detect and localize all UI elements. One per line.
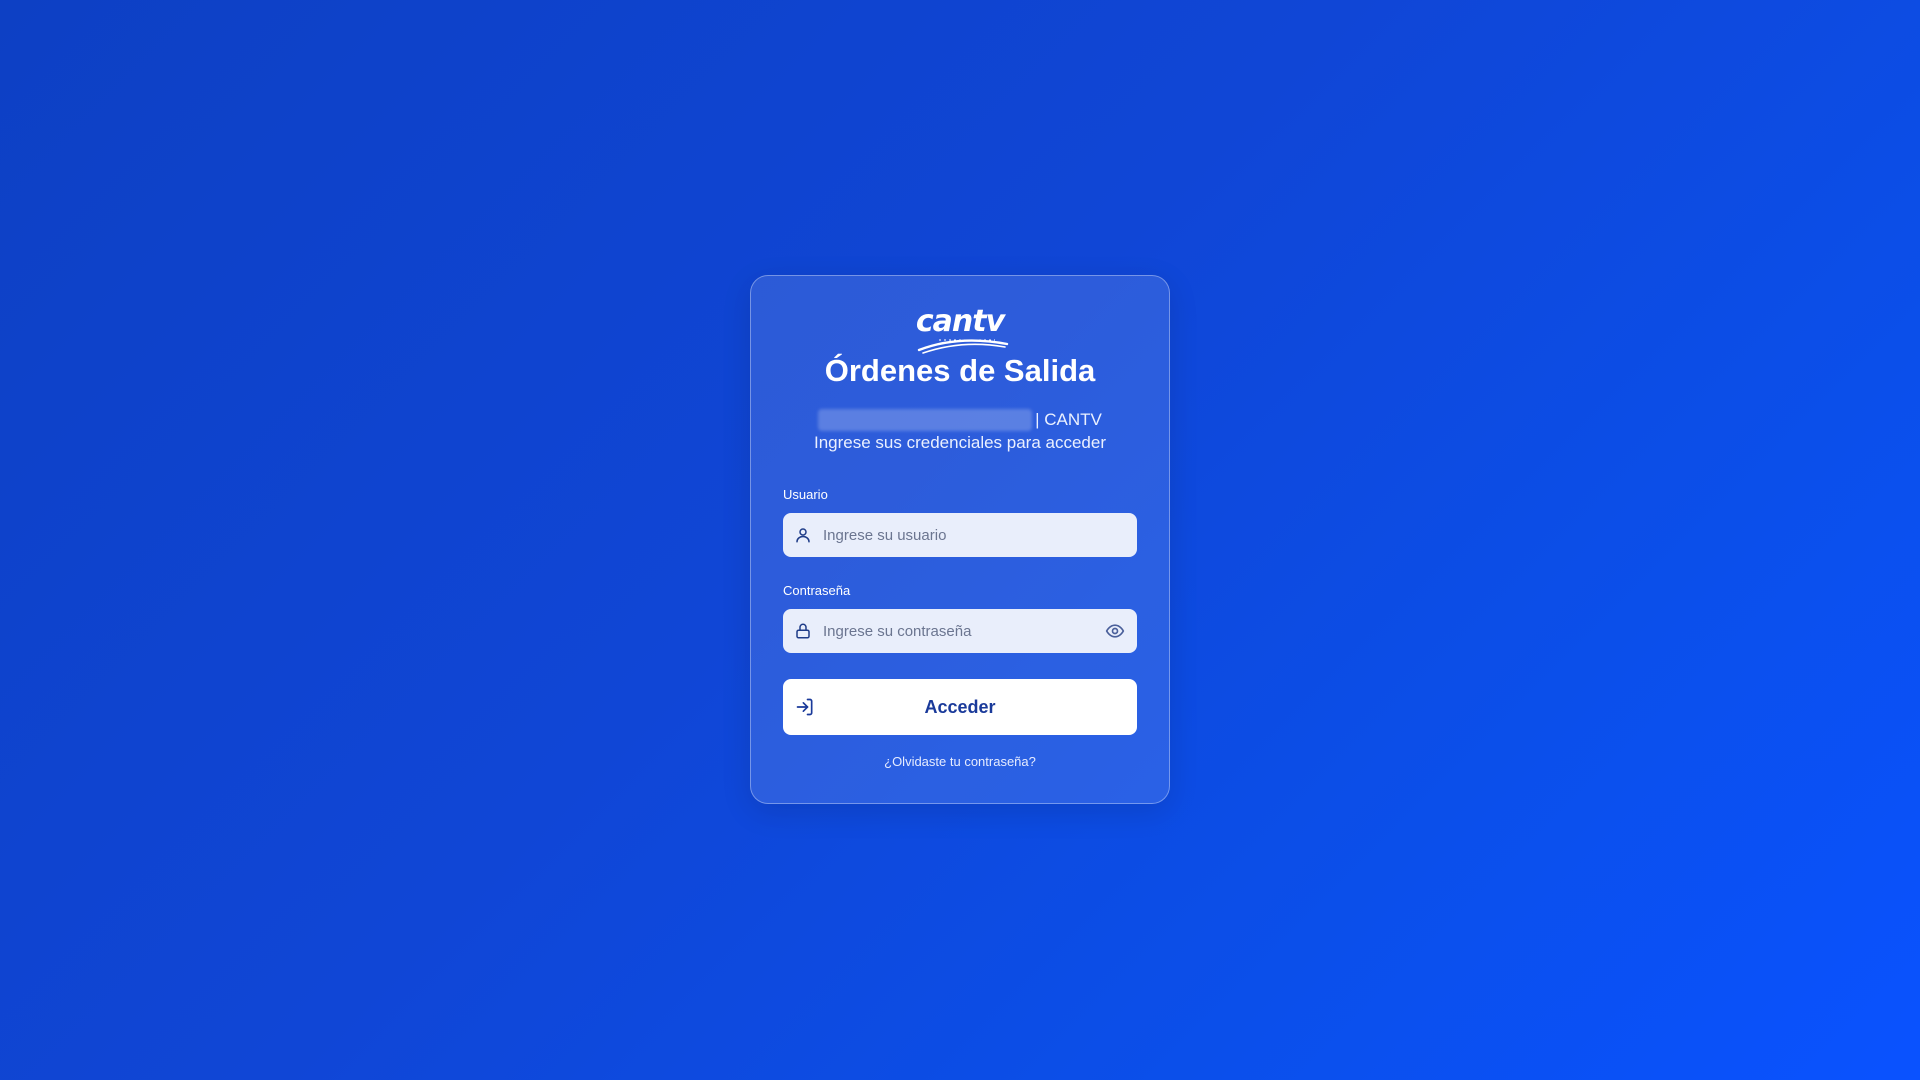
page-title: Órdenes de Salida: [824, 353, 1096, 388]
eye-icon[interactable]: [1093, 609, 1137, 653]
forgot-password-link[interactable]: ¿Olvidaste tu contraseña?: [751, 754, 1169, 769]
password-field-wrapper[interactable]: [783, 609, 1137, 653]
subtitle-line-1: | CANTV: [751, 409, 1169, 431]
submit-button-label: Acceder: [924, 696, 996, 717]
subtitle-line-2: Ingrese sus credenciales para acceder: [814, 433, 1106, 452]
subtitle-suffix: | CANTV: [1035, 410, 1102, 429]
password-input[interactable]: [823, 609, 1093, 653]
logo-container: cantv: [751, 304, 1169, 354]
username-label: Usuario: [783, 487, 828, 502]
password-label: Contraseña: [783, 583, 851, 598]
cantv-logo: cantv: [905, 304, 1015, 354]
logo-swoosh-icon: [917, 339, 1009, 354]
sign-in-icon: [795, 697, 815, 722]
username-field-wrapper[interactable]: [783, 513, 1137, 557]
redacted-text: [818, 409, 1033, 431]
username-input[interactable]: [823, 513, 1137, 557]
login-card: cantv Órdenes de Salida | CANTV Ingrese …: [750, 275, 1170, 804]
lock-icon: [783, 622, 823, 640]
user-icon: [783, 526, 823, 544]
submit-button[interactable]: Acceder: [783, 679, 1137, 735]
